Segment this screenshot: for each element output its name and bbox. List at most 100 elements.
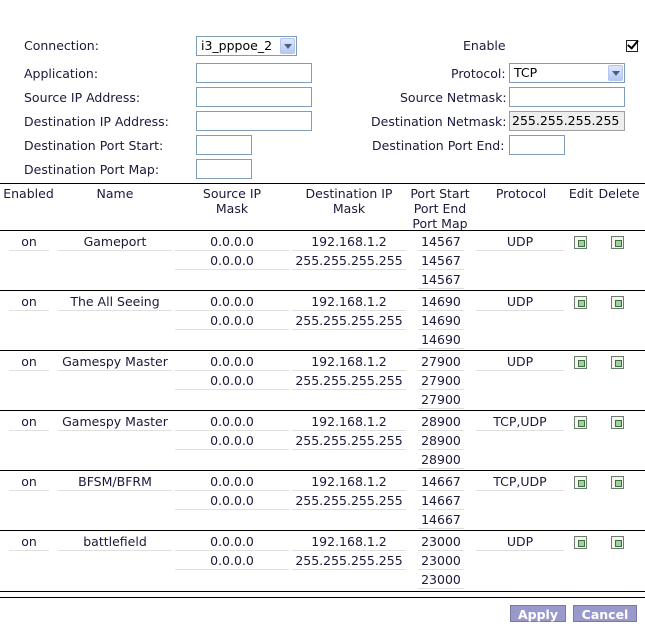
connection-select[interactable]: i3_pppoe_2 <box>196 36 297 56</box>
dest-port-end-input[interactable] <box>509 135 565 155</box>
row-enabled: on <box>9 413 49 431</box>
row-dest-mask: 255.255.255.255 <box>292 552 406 570</box>
row-dest-mask: 255.255.255.255 <box>292 372 406 390</box>
row-port-map: 23000 <box>418 571 464 589</box>
header-delete: Delete <box>598 186 640 201</box>
edit-icon[interactable] <box>574 536 587 549</box>
chevron-down-icon <box>608 65 623 81</box>
row-source-ip: 0.0.0.0 <box>175 233 289 251</box>
row-port-start: 14567 <box>418 233 464 251</box>
row-port-start: 28900 <box>418 413 464 431</box>
divider <box>0 230 645 231</box>
protocol-select[interactable]: TCP <box>509 63 625 83</box>
dest-port-map-label: Destination Port Map: <box>24 162 160 177</box>
row-enabled: on <box>9 473 49 491</box>
row-port-map: 14567 <box>418 271 464 289</box>
row-protocol: TCP,UDP <box>476 413 564 431</box>
row-protocol: UDP <box>476 353 564 371</box>
divider <box>0 591 645 592</box>
source-ip-input[interactable] <box>196 87 312 107</box>
row-port-start: 14667 <box>418 473 464 491</box>
dest-port-start-label: Destination Port Start: <box>24 138 164 153</box>
edit-icon[interactable] <box>574 356 587 369</box>
row-dest-ip: 192.168.1.2 <box>292 413 406 431</box>
row-dest-ip: 192.168.1.2 <box>292 293 406 311</box>
source-netmask-input[interactable] <box>509 87 625 107</box>
row-enabled: on <box>9 293 49 311</box>
row-name: Gamespy Master <box>58 353 172 371</box>
delete-icon[interactable] <box>611 356 624 369</box>
header-source-ip: Source IP <box>202 186 262 201</box>
enable-checkbox[interactable] <box>626 40 638 52</box>
header-enabled: Enabled <box>3 186 54 201</box>
row-name: Gamespy Master <box>58 413 172 431</box>
application-input[interactable] <box>196 63 312 83</box>
protocol-label: Protocol: <box>451 66 506 81</box>
header-protocol: Protocol <box>495 186 547 201</box>
row-port-map: 14667 <box>418 511 464 529</box>
row-enabled: on <box>9 233 49 251</box>
divider <box>0 183 645 184</box>
row-dest-mask: 255.255.255.255 <box>292 312 406 330</box>
row-port-end: 14567 <box>418 252 464 270</box>
header-source: Source IP Mask <box>175 186 289 216</box>
row-protocol: UDP <box>476 233 564 251</box>
header-name: Name <box>96 186 134 201</box>
row-port-end: 28900 <box>418 432 464 450</box>
header-port-map: Port Map <box>412 216 468 231</box>
divider <box>0 410 645 411</box>
header-destination-ip: Destination IP <box>305 186 393 201</box>
row-port-start: 23000 <box>418 533 464 551</box>
row-port-end: 14690 <box>418 312 464 330</box>
row-dest-ip: 192.168.1.2 <box>292 533 406 551</box>
delete-icon[interactable] <box>611 236 624 249</box>
header-edit: Edit <box>568 186 594 201</box>
delete-icon[interactable] <box>611 416 624 429</box>
dest-ip-input[interactable] <box>196 111 312 131</box>
row-source-ip: 0.0.0.0 <box>175 413 289 431</box>
delete-icon[interactable] <box>611 296 624 309</box>
edit-icon[interactable] <box>574 416 587 429</box>
source-ip-label: Source IP Address: <box>24 90 141 105</box>
edit-icon[interactable] <box>574 296 587 309</box>
dest-port-start-input[interactable] <box>196 135 252 155</box>
row-name: Gameport <box>58 233 172 251</box>
row-name: The All Seeing <box>58 293 172 311</box>
divider <box>0 597 645 598</box>
connection-select-value: i3_pppoe_2 <box>201 38 273 53</box>
header-source-mask: Mask <box>215 201 249 216</box>
divider <box>0 290 645 291</box>
delete-icon[interactable] <box>611 536 624 549</box>
header-port-start: Port Start <box>410 186 470 201</box>
divider <box>0 530 645 531</box>
row-source-mask: 0.0.0.0 <box>175 372 289 390</box>
source-netmask-label: Source Netmask: <box>400 90 507 105</box>
dest-port-map-input[interactable] <box>196 159 252 179</box>
row-source-ip: 0.0.0.0 <box>175 473 289 491</box>
apply-button[interactable]: Apply <box>510 605 566 622</box>
edit-icon[interactable] <box>574 236 587 249</box>
row-port-map: 14690 <box>418 331 464 349</box>
edit-icon[interactable] <box>574 476 587 489</box>
row-enabled: on <box>9 533 49 551</box>
row-name: battlefield <box>58 533 172 551</box>
row-port-end: 14667 <box>418 492 464 510</box>
row-dest-ip: 192.168.1.2 <box>292 473 406 491</box>
divider <box>0 350 645 351</box>
row-name: BFSM/BFRM <box>58 473 172 491</box>
row-source-mask: 0.0.0.0 <box>175 312 289 330</box>
row-source-mask: 0.0.0.0 <box>175 432 289 450</box>
enable-label: Enable <box>463 38 506 53</box>
row-protocol: UDP <box>476 293 564 311</box>
header-port-end: Port End <box>413 201 467 216</box>
header-destination: Destination IP Mask <box>292 186 406 216</box>
delete-icon[interactable] <box>611 476 624 489</box>
row-enabled: on <box>9 353 49 371</box>
row-port-start: 27900 <box>418 353 464 371</box>
dest-netmask-label: Destination Netmask: <box>371 114 507 129</box>
connection-label: Connection: <box>24 38 99 53</box>
row-source-ip: 0.0.0.0 <box>175 533 289 551</box>
row-port-map: 27900 <box>418 391 464 409</box>
row-port-end: 23000 <box>418 552 464 570</box>
cancel-button[interactable]: Cancel <box>573 605 637 622</box>
